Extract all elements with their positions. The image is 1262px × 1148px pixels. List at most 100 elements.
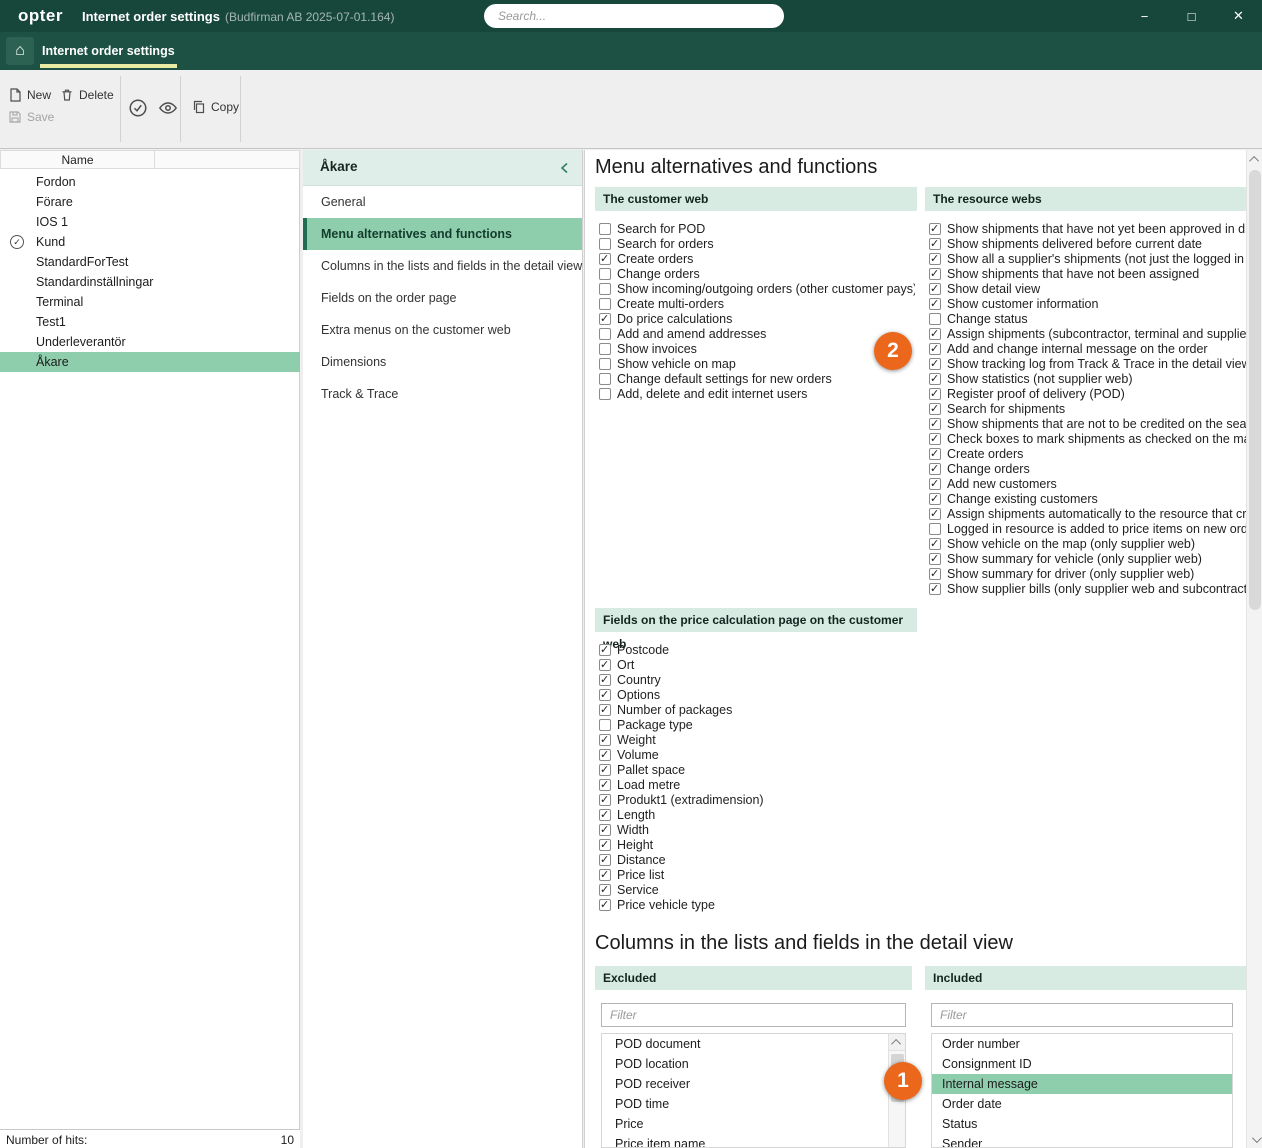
scroll-up-icon[interactable] — [889, 1034, 905, 1051]
checkbox-item[interactable]: Do price calculations — [599, 311, 915, 326]
preview-button[interactable] — [158, 98, 178, 118]
excluded-list-item[interactable]: POD time — [602, 1094, 887, 1114]
checkbox-item[interactable]: Width — [599, 822, 915, 837]
checkbox-item[interactable]: Show supplier bills (only supplier web a… — [929, 581, 1247, 596]
copy-button[interactable]: Copy — [192, 100, 239, 114]
scroll-down-icon[interactable] — [1247, 1130, 1262, 1148]
checkbox-item[interactable]: Show shipments that have not yet been ap… — [929, 221, 1247, 236]
name-column-header[interactable]: Name — [0, 150, 155, 169]
new-button[interactable]: New — [8, 88, 51, 102]
excluded-list-item[interactable]: POD location — [602, 1054, 887, 1074]
checkbox[interactable] — [599, 673, 611, 686]
checkbox[interactable] — [929, 297, 941, 310]
included-list-item[interactable]: Consignment ID — [932, 1054, 1232, 1074]
checkbox[interactable] — [599, 688, 611, 701]
checkbox-item[interactable]: Height — [599, 837, 915, 852]
checkbox[interactable] — [929, 252, 941, 265]
settings-list-item[interactable]: Terminal — [0, 292, 300, 312]
checkbox[interactable] — [599, 793, 611, 806]
settings-list-item[interactable]: Kund — [0, 232, 300, 252]
checkbox-item[interactable]: Show detail view — [929, 281, 1247, 296]
close-button[interactable]: ✕ — [1215, 0, 1262, 32]
checkbox-item[interactable]: Price vehicle type — [599, 897, 915, 912]
approve-button[interactable] — [128, 98, 148, 118]
settings-list-item[interactable]: Standardinställningar — [0, 272, 300, 292]
checkbox[interactable] — [599, 823, 611, 836]
checkbox[interactable] — [929, 492, 941, 505]
checkbox-item[interactable]: Assign shipments (subcontractor, termina… — [929, 326, 1247, 341]
checkbox[interactable] — [599, 733, 611, 746]
checkbox[interactable] — [929, 342, 941, 355]
checkbox-item[interactable]: Service — [599, 882, 915, 897]
scroll-up-icon[interactable] — [1247, 150, 1262, 168]
empty-column-header[interactable] — [155, 150, 300, 169]
home-icon[interactable]: ⌂ — [6, 37, 34, 65]
checkbox[interactable] — [599, 252, 611, 265]
included-list-item[interactable]: Sender — [932, 1134, 1232, 1147]
checkbox-item[interactable]: Assign shipments automatically to the re… — [929, 506, 1247, 521]
checkbox-item[interactable]: Country — [599, 672, 915, 687]
collapse-panel-icon[interactable] — [556, 159, 574, 177]
checkbox-item[interactable]: Show summary for vehicle (only supplier … — [929, 551, 1247, 566]
nav-item[interactable]: Columns in the lists and fields in the d… — [303, 250, 582, 282]
checkbox-item[interactable]: Check boxes to mark shipments as checked… — [929, 431, 1247, 446]
checkbox-item[interactable]: Change orders — [929, 461, 1247, 476]
checkbox-item[interactable]: Register proof of delivery (POD) — [929, 386, 1247, 401]
checkbox[interactable] — [599, 718, 611, 731]
checkbox-item[interactable]: Show statistics (not supplier web) — [929, 371, 1247, 386]
checkbox-item[interactable]: Search for orders — [599, 236, 915, 251]
checkbox[interactable] — [599, 838, 611, 851]
delete-button[interactable]: Delete — [60, 88, 114, 102]
checkbox-item[interactable]: Add, delete and edit internet users — [599, 386, 915, 401]
checkbox[interactable] — [929, 357, 941, 370]
checkbox-item[interactable]: Create orders — [599, 251, 915, 266]
nav-item[interactable]: Extra menus on the customer web — [303, 314, 582, 346]
checkbox[interactable] — [929, 507, 941, 520]
excluded-list-item[interactable]: Price item name — [602, 1134, 887, 1147]
checkbox[interactable] — [599, 658, 611, 671]
checkbox-item[interactable]: Add new customers — [929, 476, 1247, 491]
checkbox[interactable] — [929, 537, 941, 550]
checkbox-item[interactable]: Change orders — [599, 266, 915, 281]
checkbox[interactable] — [929, 447, 941, 460]
checkbox-item[interactable]: Show shipments that are not to be credit… — [929, 416, 1247, 431]
nav-item[interactable]: Menu alternatives and functions — [303, 218, 582, 250]
main-scrollbar[interactable] — [1246, 150, 1262, 1148]
checkbox-item[interactable]: Create orders — [929, 446, 1247, 461]
checkbox-item[interactable]: Distance — [599, 852, 915, 867]
included-list-item[interactable]: Internal message — [932, 1074, 1232, 1094]
checkbox-item[interactable]: Create multi-orders — [599, 296, 915, 311]
checkbox-item[interactable]: Show invoices — [599, 341, 915, 356]
checkbox-item[interactable]: Options — [599, 687, 915, 702]
checkbox-item[interactable]: Search for shipments — [929, 401, 1247, 416]
checkbox-item[interactable]: Add and change internal message on the o… — [929, 341, 1247, 356]
settings-list-item[interactable]: Fordon — [0, 172, 300, 192]
checkbox[interactable] — [929, 312, 941, 325]
checkbox[interactable] — [599, 237, 611, 250]
checkbox[interactable] — [929, 387, 941, 400]
checkbox[interactable] — [599, 898, 611, 911]
tab-internet-order-settings[interactable]: Internet order settings — [38, 32, 179, 70]
checkbox[interactable] — [929, 522, 941, 535]
checkbox[interactable] — [929, 222, 941, 235]
checkbox[interactable] — [929, 477, 941, 490]
checkbox[interactable] — [599, 357, 611, 370]
checkbox[interactable] — [599, 267, 611, 280]
excluded-list-item[interactable]: Price — [602, 1114, 887, 1134]
nav-item[interactable]: General — [303, 186, 582, 218]
checkbox-item[interactable]: Package type — [599, 717, 915, 732]
checkbox-item[interactable]: Change default settings for new orders — [599, 371, 915, 386]
checkbox-item[interactable]: Volume — [599, 747, 915, 762]
checkbox[interactable] — [599, 372, 611, 385]
checkbox-item[interactable]: Show shipments that have not been assign… — [929, 266, 1247, 281]
checkbox-item[interactable]: Add and amend addresses — [599, 326, 915, 341]
checkbox-item[interactable]: Show incoming/outgoing orders (other cus… — [599, 281, 915, 296]
save-button[interactable]: Save — [8, 110, 54, 124]
nav-item[interactable]: Track & Trace — [303, 378, 582, 410]
checkbox-item[interactable]: Change status — [929, 311, 1247, 326]
excluded-list-item[interactable]: POD document — [602, 1034, 887, 1054]
checkbox[interactable] — [599, 222, 611, 235]
checkbox[interactable] — [599, 778, 611, 791]
checkbox[interactable] — [929, 417, 941, 430]
checkbox[interactable] — [599, 342, 611, 355]
